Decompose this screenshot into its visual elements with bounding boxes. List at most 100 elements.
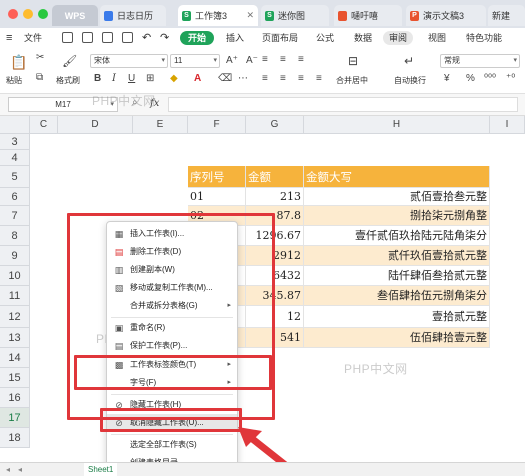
decrease-font-icon[interactable]: A⁻ [246, 55, 258, 66]
font-name-select[interactable]: 宋体 ▾ [90, 54, 168, 68]
format-painter-button[interactable]: 格式刷 [56, 75, 80, 86]
menu-item-select-all-sheets[interactable]: 选定全部工作表(S) [107, 436, 237, 454]
column-header-d[interactable]: D [58, 116, 133, 134]
merge-center-button[interactable]: 合并居中 [336, 75, 368, 86]
border-icon[interactable]: ⊞ [146, 73, 154, 84]
align-top-icon[interactable]: ≡ [262, 54, 268, 65]
tab-workbook3[interactable]: S 工作簿3 ✕ [178, 5, 258, 26]
menu-page-layout[interactable]: 页面布局 [262, 28, 298, 48]
percent-button[interactable]: % [466, 73, 475, 84]
column-header-f[interactable]: F [188, 116, 246, 134]
align-bottom-icon[interactable]: ≡ [298, 54, 304, 65]
sheet-tab-sheet1[interactable]: Sheet1 [84, 463, 118, 476]
paste-icon[interactable]: 📋 [10, 54, 27, 71]
row-header[interactable]: 8 [0, 226, 30, 246]
bold-icon[interactable]: B [94, 73, 101, 84]
column-header-g[interactable]: G [246, 116, 304, 134]
cell-serial[interactable]: 01 [188, 188, 246, 206]
more-format-icon[interactable]: ⋯ [238, 73, 248, 84]
font-size-select[interactable]: 11 ▾ [170, 54, 220, 68]
underline-icon[interactable]: U [128, 73, 135, 84]
formula-input[interactable] [168, 97, 518, 112]
cell-amount-words[interactable]: 叁佰肆拾伍元捌角柒分 [304, 286, 490, 306]
prev-sheet-icon[interactable]: ◂ [18, 463, 22, 476]
font-color-icon[interactable]: A [194, 73, 201, 84]
menu-review[interactable]: 审阅 [383, 31, 413, 45]
zoom-window-button[interactable] [38, 9, 48, 19]
tab-presentation[interactable]: P 演示文稿3 [406, 5, 486, 26]
menu-special[interactable]: 特色功能 [466, 28, 502, 48]
merge-center-icon[interactable]: ⊟ [348, 54, 358, 68]
clear-format-icon[interactable]: ⌫ [218, 73, 232, 84]
row-header[interactable]: 15 [0, 368, 30, 388]
row-header[interactable]: 7 [0, 206, 30, 226]
row-header[interactable]: 6 [0, 188, 30, 206]
thousands-icon[interactable]: ⁰⁰⁰ [484, 73, 496, 84]
decimal-icon[interactable]: ⁺⁰ [506, 73, 515, 84]
row-header-selected[interactable]: 17 [0, 408, 30, 428]
currency-button[interactable]: ¥ [444, 73, 450, 84]
align-center-icon[interactable]: ≡ [280, 73, 286, 84]
menu-file[interactable]: 文件 [24, 28, 42, 48]
wrap-text-icon[interactable]: ↵ [404, 54, 414, 68]
function-button[interactable]: fx [150, 98, 159, 109]
row-header[interactable]: 12 [0, 306, 30, 328]
row-header[interactable]: 18 [0, 428, 30, 448]
first-sheet-icon[interactable]: ◂ [6, 463, 10, 476]
align-right-icon[interactable]: ≡ [298, 73, 304, 84]
row-header[interactable]: 9 [0, 246, 30, 266]
cell-amount-words[interactable]: 贰佰壹拾叁元整 [304, 188, 490, 206]
paste-button[interactable]: 粘贴 [6, 75, 22, 86]
row-header[interactable]: 3 [0, 134, 30, 150]
menu-insert[interactable]: 插入 [226, 28, 244, 48]
cell-amount[interactable]: 213 [246, 188, 304, 206]
number-format-select[interactable]: 常规 ▾ [440, 54, 520, 68]
cell-amount-words[interactable]: 贰仟玖佰壹拾贰元整 [304, 246, 490, 266]
increase-font-icon[interactable]: A⁺ [226, 55, 238, 66]
name-box[interactable]: M17 ▾ [8, 97, 118, 112]
menu-view[interactable]: 视图 [428, 28, 446, 48]
header-cell-serial[interactable]: 序列号 [188, 166, 246, 188]
close-tab-icon[interactable]: ✕ [243, 10, 254, 21]
cell-amount-words[interactable]: 陆仟肆佰叁拾贰元整 [304, 266, 490, 286]
hamburger-icon[interactable]: ≡ [6, 28, 12, 48]
tab-document[interactable]: 嗵吁嘻 [334, 5, 402, 26]
row-header[interactable]: 14 [0, 348, 30, 368]
align-middle-icon[interactable]: ≡ [280, 54, 286, 65]
cell-amount-words[interactable]: 壹仟贰佰玖拾陆元陆角柒分 [304, 226, 490, 246]
cut-icon[interactable]: ✂ [36, 52, 44, 63]
column-header-c[interactable]: C [30, 116, 58, 134]
header-cell-amount-words[interactable]: 金额大写 [304, 166, 490, 188]
fill-color-icon[interactable]: ◆ [170, 73, 178, 84]
column-header-i[interactable]: I [490, 116, 525, 134]
zoom-formula-icon[interactable]: ⌕ [132, 97, 138, 108]
cell-amount-words[interactable]: 捌拾柒元捌角整 [304, 206, 490, 226]
cell-amount-words[interactable]: 壹拾贰元整 [304, 306, 490, 328]
cell-amount-words[interactable]: 伍佰肆拾壹元整 [304, 328, 490, 348]
print-preview-icon[interactable] [102, 32, 113, 43]
format-painter-icon[interactable]: 🖌 [62, 54, 77, 68]
row-header[interactable]: 16 [0, 388, 30, 408]
column-header-h[interactable]: H [304, 116, 490, 134]
row-header[interactable]: 13 [0, 328, 30, 348]
align-left-icon[interactable]: ≡ [262, 73, 268, 84]
row-header[interactable]: 4 [0, 150, 30, 166]
tab-sparkline[interactable]: S 迷你图 [261, 5, 329, 26]
row-header[interactable]: 10 [0, 266, 30, 286]
justify-icon[interactable]: ≡ [316, 73, 322, 84]
row-header[interactable]: 11 [0, 286, 30, 306]
redo-icon[interactable]: ↷ [160, 28, 169, 48]
menu-start[interactable]: 开始 [180, 31, 214, 45]
wrap-text-button[interactable]: 自动换行 [394, 75, 426, 86]
minimize-window-button[interactable] [23, 9, 33, 19]
undo-icon[interactable]: ↶ [142, 28, 151, 48]
copy-icon[interactable]: ⧉ [36, 72, 43, 83]
select-all-corner[interactable] [0, 116, 30, 134]
header-cell-amount[interactable]: 金额 [246, 166, 304, 188]
export-icon[interactable] [122, 32, 133, 43]
row-header[interactable]: 5 [0, 166, 30, 188]
print-icon[interactable] [82, 32, 93, 43]
tab-calendar[interactable]: 日志日历 [100, 5, 166, 26]
column-header-e[interactable]: E [133, 116, 188, 134]
italic-icon[interactable]: I [112, 73, 116, 84]
